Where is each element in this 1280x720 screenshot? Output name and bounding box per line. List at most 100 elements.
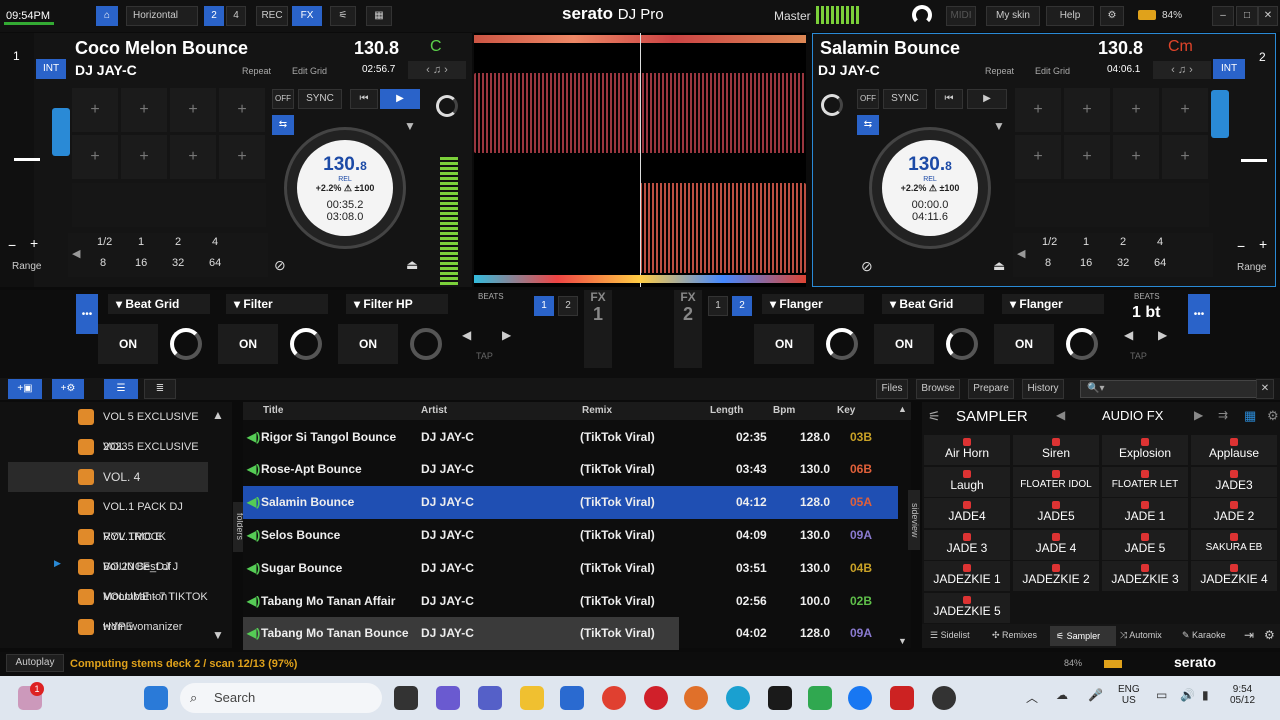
table-row[interactable]: ◀) Tabang Mo Tanan Affair DJ JAY-C (TikTok … [243,585,898,618]
deck-2-sync-button[interactable]: SYNC [883,89,927,109]
deck-1-cue-pad[interactable]: + [219,88,265,132]
karaoke-tab[interactable]: ✎ Karaoke [1182,630,1226,641]
table-row[interactable]: ◀) Selos Bounce DJ JAY-C (TikTok Viral) 04:0… [243,519,898,552]
sidelist-tab[interactable]: ☰ Sidelist [930,630,970,641]
deck-1-cue-pad[interactable]: + [72,135,118,179]
sampler-pad[interactable]: JADE 2 [1191,498,1277,529]
deck-1-cue-pad[interactable]: + [170,135,216,179]
deck-2-int-button[interactable]: INT [1213,59,1245,79]
remixes-tab[interactable]: ✣ Remixes [992,630,1037,641]
sampler-pad[interactable]: Applause [1191,435,1277,465]
history-tab[interactable]: History [1022,379,1064,399]
scroll-up-icon[interactable]: ▲ [212,408,224,422]
clear-search-icon[interactable]: ✕ [1256,379,1274,399]
deck-2-loop-8[interactable]: 8 [1045,257,1051,269]
deck-1-loop-slots[interactable] [72,183,266,227]
deck-1-cue-pad[interactable]: + [170,88,216,132]
deck-1-loop-1[interactable]: 1 [138,236,144,248]
grid-icon[interactable]: ▦ [366,6,392,26]
taskbar-search[interactable]: ⌕ Search [180,683,382,713]
crate-item[interactable]: VOL 5 EXCLUSIVE 2023 [8,402,208,453]
deck-2-loop-slots[interactable] [1015,183,1209,227]
fx1-tap[interactable]: TAP [476,351,493,361]
add-smart-crate-icon[interactable]: +⚙ [52,379,84,399]
column-bpm[interactable]: Bpm [773,402,795,420]
deck-2-pitch-knob-icon[interactable] [821,94,843,116]
sampler-pad[interactable]: JADE 3 [924,529,1010,560]
sampler-pad[interactable]: JADE5 [1013,498,1099,529]
fx2-slot3-knob[interactable] [1066,328,1098,360]
facebook-icon[interactable] [848,686,872,710]
crate-item[interactable]: VOL 5 EXCLUSIVE 2024 [8,432,208,483]
deck-1-int-button[interactable]: INT [36,59,66,79]
deck-2-edit-grid[interactable]: Edit Grid [1035,66,1070,76]
taskbar-clock[interactable]: 9:54 05/12 [1230,684,1255,706]
deck-2-loop-2[interactable]: 2 [1120,236,1126,248]
sampler-pad[interactable]: Explosion [1102,435,1188,465]
volume-icon[interactable]: 🔊 [1180,688,1195,702]
expand-library-icon[interactable]: ⇥ [1244,628,1254,642]
deck-2-loop-half[interactable]: 1/2 [1042,236,1057,248]
fx1-slot1-knob[interactable] [170,328,202,360]
deck-2-loop-1[interactable]: 1 [1083,236,1089,248]
add-crate-icon[interactable]: +▣ [8,379,42,399]
display-icon[interactable]: ▭ [1156,688,1167,702]
deck-2-cue-pad[interactable]: + [1064,88,1110,132]
deck-2-pitch-slider[interactable] [1241,159,1267,162]
deck-1-cue-pad[interactable]: + [72,88,118,132]
crate-item[interactable]: Vol.20 Best of Moombahton I [8,552,208,603]
deck-2-cue-pad[interactable]: + [1113,135,1159,179]
serato-logo-icon[interactable]: ⌂ [96,6,118,26]
fx2-menu-icon[interactable]: ••• [1188,294,1210,334]
deck-2-platter[interactable]: 130.8 REL +2.2% ⚠ ±100 00:00.0 04:11.6 [869,127,991,249]
sampler-pad[interactable]: SAKURA EB 100000 [1191,529,1277,589]
sampler-next-icon[interactable]: ▶ [1194,408,1203,422]
edge-icon[interactable] [726,686,750,710]
deck-2-cue-pad[interactable]: + [1015,135,1061,179]
close-icon[interactable]: ✕ [1258,6,1278,26]
app-icon[interactable] [932,686,956,710]
firefox-icon[interactable] [684,686,708,710]
deck-1-cue-pad[interactable]: + [121,88,167,132]
dropbox-icon[interactable] [768,686,792,710]
fx-button[interactable]: FX [292,6,322,26]
copilot-icon[interactable] [436,686,460,710]
sampler-toggle-icon[interactable]: ⚟ [330,6,356,26]
help-button[interactable]: Help [1046,6,1094,26]
deck-2-range-plus-icon[interactable]: + [1259,236,1267,252]
sampler-pad[interactable]: JADE4 [924,498,1010,529]
chrome-icon[interactable] [602,686,626,710]
fx2-next-icon[interactable]: ▶ [1158,328,1167,342]
deck-1-loop-64[interactable]: 64 [209,257,221,269]
column-title[interactable]: Title [263,402,283,420]
deck-1-off-button[interactable]: OFF [272,89,294,109]
crate-item[interactable]: VOL.1ROCK BOUNCE_DJ J [8,522,208,573]
sideview-tab[interactable]: sideview [908,490,920,550]
deck-1-cue-pad[interactable]: + [121,135,167,179]
serato-taskbar-icon[interactable] [890,686,914,710]
rec-button[interactable]: REC [256,6,288,26]
crate-item-selected[interactable]: VOL. 4 [8,462,208,492]
sampler-pad[interactable]: JADE 1 [1102,498,1188,529]
sampler-expand-icon[interactable]: ⇉ [1218,408,1228,422]
fx2-slot1-on[interactable]: ON [754,324,814,364]
files-tab[interactable]: Files [876,379,908,399]
deck-1-range-plus-icon[interactable]: + [30,235,38,251]
fx2-channel-1[interactable]: 1 [708,296,728,316]
audio-fx-label[interactable]: AUDIO FX [1102,408,1163,423]
crate-item[interactable]: wdm womanizer album 4 [8,612,208,663]
sampler-pad[interactable]: FLOATER LET THE... [1102,466,1188,526]
deck-2-dropdown-icon[interactable]: ▼ [993,119,1005,133]
column-key[interactable]: Key [837,402,855,420]
deck-1-loop-half[interactable]: 1/2 [97,236,112,248]
sampler-pad[interactable]: JADEZKIE 5 [924,593,1010,623]
sampler-settings-icon[interactable]: ⚙ [1267,408,1279,424]
deck-1-loop-16[interactable]: 16 [135,257,147,269]
expand-arrow-icon[interactable]: ▶ [54,558,61,569]
column-length[interactable]: Length [710,402,743,420]
table-row[interactable]: ◀) Rose-Apt Bounce DJ JAY-C (TikTok Viral) 0… [243,453,898,486]
sampler-pad[interactable]: FLOATER IDOL JA... [1013,466,1099,526]
deck-2-loop-prev-icon[interactable]: ◀ [1017,247,1025,260]
crate-item[interactable]: VOL.1 PACK DJ RYV TMC E [8,492,208,543]
sampler-grid-icon[interactable]: ▦ [1244,408,1256,424]
